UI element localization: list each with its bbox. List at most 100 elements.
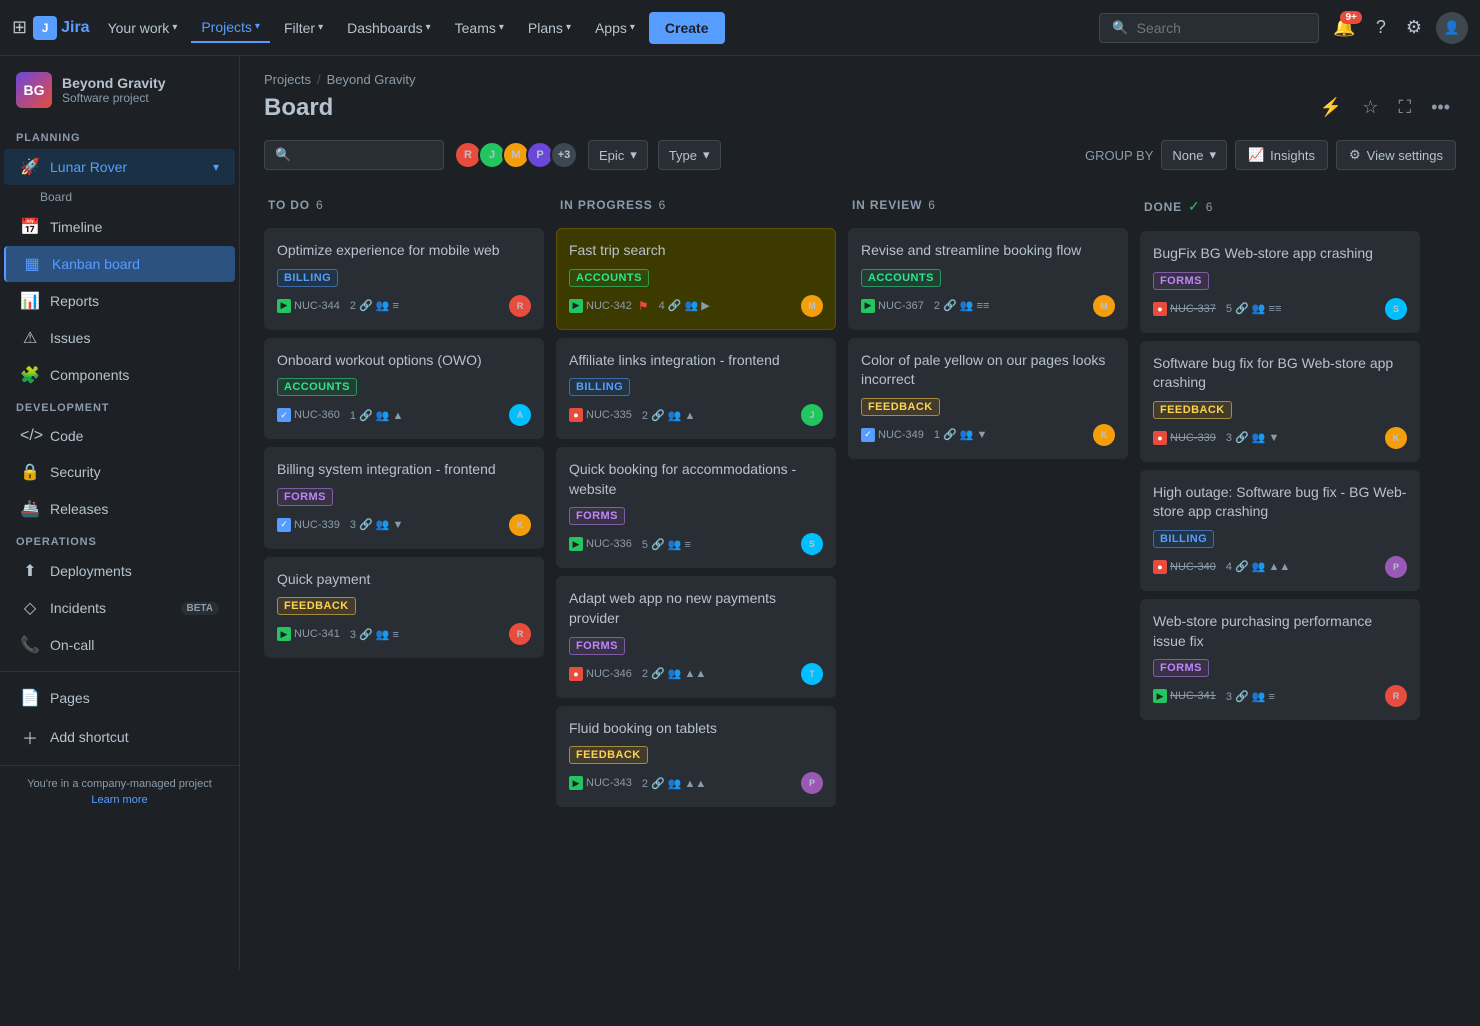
column-inprogress: IN PROGRESS 6 Fast trip search ACCOUNTS … (556, 190, 836, 815)
card-stats: 5 🔗 👥 ≡ (642, 538, 691, 551)
nav-apps[interactable]: Apps ▾ (585, 14, 645, 42)
sidebar-item-security[interactable]: 🔒 Security (4, 454, 235, 490)
sidebar-footer-link[interactable]: Learn more (16, 794, 223, 806)
view-settings-button[interactable]: ⚙ View settings (1336, 140, 1456, 170)
card-stats: 3 🔗 👥 ≡ (350, 628, 399, 641)
star-button[interactable]: ☆ (1356, 91, 1384, 124)
card-nuc-343[interactable]: Fluid booking on tablets FEEDBACK ▶ NUC-… (556, 706, 836, 808)
card-stats: 2 🔗 👥 ▲▲ (642, 667, 706, 680)
card-id: ▶ NUC-341 (277, 627, 340, 641)
jira-logo[interactable]: J Jira (33, 16, 89, 40)
card-tag-accounts: ACCOUNTS (861, 269, 941, 287)
card-meta: ▶ NUC-336 5 🔗 👥 ≡ S (569, 533, 823, 555)
help-button[interactable]: ? (1370, 11, 1392, 44)
sidebar-item-code[interactable]: </> Code (4, 419, 235, 453)
nav-plans[interactable]: Plans ▾ (518, 14, 581, 42)
sidebar-section-operations: OPERATIONS (0, 528, 239, 552)
lightning-button[interactable]: ⚡ (1314, 91, 1348, 124)
card-nuc-339-done[interactable]: Software bug fix for BG Web-store app cr… (1140, 341, 1420, 462)
card-nuc-344[interactable]: Optimize experience for mobile web BILLI… (264, 228, 544, 330)
card-nuc-339[interactable]: Billing system integration - frontend FO… (264, 447, 544, 549)
group-by-dropdown[interactable]: None ▾ (1161, 140, 1227, 170)
sidebar-item-releases[interactable]: 🚢 Releases (4, 491, 235, 527)
sidebar-item-reports[interactable]: 📊 Reports (4, 283, 235, 319)
create-button[interactable]: Create (649, 12, 725, 44)
notifications-button[interactable]: 🔔 9+ (1327, 11, 1361, 44)
sidebar-item-timeline[interactable]: 📅 Timeline (4, 209, 235, 245)
grid-icon[interactable]: ⊞ (12, 17, 27, 38)
card-tag-feedback: FEEDBACK (1153, 401, 1232, 419)
filter-input[interactable] (297, 148, 433, 163)
project-type: Software project (62, 91, 165, 105)
insights-button[interactable]: 📈 Insights (1235, 140, 1328, 170)
sidebar-item-incidents[interactable]: ◇ Incidents BETA (4, 590, 235, 626)
filter-search[interactable]: 🔍 (264, 140, 444, 170)
card-nuc-336[interactable]: Quick booking for accommodations - websi… (556, 447, 836, 568)
story-icon: ▶ (569, 299, 583, 313)
avatar-filter-more[interactable]: +3 (550, 141, 578, 169)
column-todo: TO DO 6 Optimize experience for mobile w… (264, 190, 544, 815)
card-title: Billing system integration - frontend (277, 460, 531, 480)
card-nuc-349[interactable]: Color of pale yellow on our pages looks … (848, 338, 1128, 459)
user-avatar[interactable]: 👤 (1436, 12, 1468, 44)
card-id: ▶ NUC-344 (277, 299, 340, 313)
nav-dashboards[interactable]: Dashboards ▾ (337, 14, 441, 42)
sidebar-item-on-call[interactable]: 📞 On-call (4, 627, 235, 663)
card-meta: ▶ NUC-344 2 🔗 👥 ≡ R (277, 295, 531, 317)
sidebar-item-lunar-rover[interactable]: 🚀 Lunar Rover ▾ (4, 149, 235, 185)
sidebar-project[interactable]: BG Beyond Gravity Software project (0, 56, 239, 124)
card-avatar: A (509, 404, 531, 426)
card-nuc-341[interactable]: Quick payment FEEDBACK ▶ NUC-341 3 🔗 👥 ≡… (264, 557, 544, 659)
sidebar-item-issues[interactable]: ⚠ Issues (4, 320, 235, 356)
card-meta: ● NUC-340 4 🔗 👥 ▲▲ P (1153, 556, 1407, 578)
main-content: Projects / Beyond Gravity Board ⚡ ☆ ⛶ ••… (240, 56, 1480, 970)
card-number: NUC-335 (586, 409, 632, 421)
card-stats: 2 🔗 👥 ▲▲ (642, 777, 706, 790)
card-meta: ▶ NUC-342 ⚑ 4 🔗 👥 ▶ M (569, 295, 823, 317)
card-nuc-341-done[interactable]: Web-store purchasing performance issue f… (1140, 599, 1420, 720)
breadcrumb-projects[interactable]: Projects (264, 72, 311, 87)
card-tag-forms: FORMS (569, 507, 625, 525)
nav-filter[interactable]: Filter ▾ (274, 14, 333, 42)
card-title: Onboard workout options (OWO) (277, 351, 531, 371)
breadcrumb-separator: / (317, 72, 321, 87)
settings-button[interactable]: ⚙ (1400, 11, 1428, 44)
column-inprogress-header: IN PROGRESS 6 (556, 190, 836, 220)
card-id: ● NUC-335 (569, 408, 632, 422)
sidebar-item-components[interactable]: 🧩 Components (4, 357, 235, 393)
sidebar-item-board-sub[interactable]: Board (4, 186, 235, 208)
card-title: High outage: Software bug fix - BG Web-s… (1153, 483, 1407, 522)
sidebar-item-kanban-board[interactable]: ▦ Kanban board (4, 246, 235, 282)
card-nuc-337[interactable]: BugFix BG Web-store app crashing FORMS ●… (1140, 231, 1420, 333)
card-nuc-367[interactable]: Revise and streamline booking flow ACCOU… (848, 228, 1128, 330)
column-done-count: 6 (1206, 200, 1213, 214)
card-number: NUC-340 (1170, 561, 1216, 573)
chevron-down-icon: ▾ (172, 22, 177, 33)
sidebar-footer-text: You're in a company-managed project (16, 778, 223, 790)
card-stats: 3 🔗 👥 ▼ (1226, 431, 1280, 444)
sidebar-item-pages[interactable]: 📄 Pages (4, 680, 235, 716)
sidebar-item-deployments[interactable]: ⬆ Deployments (4, 553, 235, 589)
nav-your-work[interactable]: Your work ▾ (98, 14, 188, 42)
card-nuc-335[interactable]: Affiliate links integration - frontend B… (556, 338, 836, 440)
card-number: NUC-346 (586, 668, 632, 680)
card-avatar: R (1385, 685, 1407, 707)
epic-dropdown[interactable]: Epic ▾ (588, 140, 648, 170)
type-dropdown[interactable]: Type ▾ (658, 140, 721, 170)
card-nuc-340[interactable]: High outage: Software bug fix - BG Web-s… (1140, 470, 1420, 591)
search-input[interactable] (1137, 20, 1307, 36)
column-inreview-count: 6 (928, 198, 935, 212)
nav-projects[interactable]: Projects ▾ (191, 13, 270, 43)
card-nuc-346[interactable]: Adapt web app no new payments provider F… (556, 576, 836, 697)
search-box[interactable]: 🔍 (1099, 13, 1319, 43)
sidebar-item-add-shortcut[interactable]: ＋ Add shortcut (4, 717, 235, 757)
task-icon: ✓ (277, 518, 291, 532)
project-name: Beyond Gravity (62, 75, 165, 91)
nav-teams[interactable]: Teams ▾ (445, 14, 514, 42)
breadcrumb-project[interactable]: Beyond Gravity (327, 72, 416, 87)
fullscreen-button[interactable]: ⛶ (1392, 91, 1417, 124)
card-nuc-342[interactable]: Fast trip search ACCOUNTS ▶ NUC-342 ⚑ 4 … (556, 228, 836, 330)
card-nuc-360[interactable]: Onboard workout options (OWO) ACCOUNTS ✓… (264, 338, 544, 440)
more-options-button[interactable]: ••• (1425, 91, 1456, 124)
releases-icon: 🚢 (20, 499, 40, 519)
